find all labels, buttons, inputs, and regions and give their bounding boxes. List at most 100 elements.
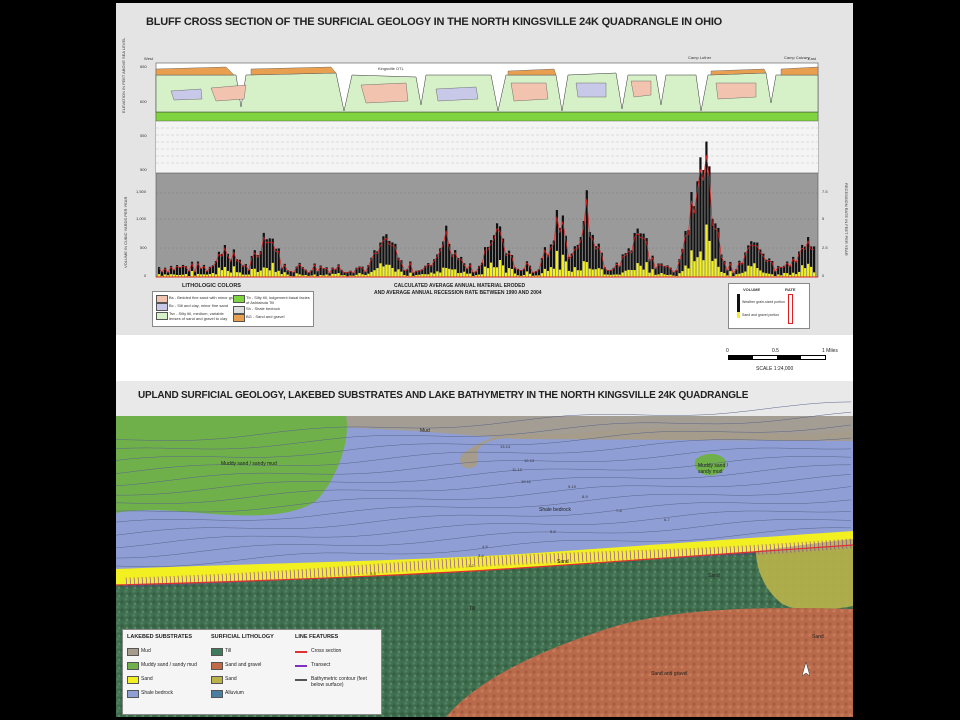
surficial-legend-title: SURFICIAL LITHOLOGY	[211, 634, 274, 640]
sand-bar	[567, 270, 570, 277]
sand-bar	[684, 265, 687, 277]
sand-bar	[253, 268, 256, 277]
camp-luther-label: Camp Luther	[688, 55, 712, 60]
clay-pocket	[170, 88, 203, 101]
sand-bar	[744, 271, 747, 277]
sand-bar	[436, 271, 439, 277]
sand-bar	[226, 270, 229, 277]
sand-bar	[370, 271, 373, 277]
lith-swatch	[156, 303, 168, 311]
sand-bar	[229, 272, 232, 277]
sand-bar	[627, 269, 630, 277]
surficial-swatch	[211, 648, 223, 656]
contour-label: 10-11	[521, 479, 531, 484]
scale-bar-area: 0 0.5 1 Miles SCALE 1:24,000	[116, 335, 853, 381]
sand-bar	[379, 263, 382, 277]
sand-bar	[597, 268, 600, 277]
sand-bar	[729, 271, 732, 277]
sand-bar	[759, 270, 762, 277]
vol-tick: 1,000	[136, 216, 147, 221]
rate-tick: 5	[822, 216, 825, 221]
sand-bar	[232, 266, 235, 277]
rate-legend-swatch	[788, 294, 793, 324]
sand-bar	[277, 270, 280, 277]
sand-bar	[439, 272, 442, 277]
line-swatch	[295, 679, 307, 681]
scale-tick: 0.5	[772, 348, 779, 354]
elev-tick: 500	[140, 167, 147, 172]
line-swatch	[295, 665, 307, 667]
sand-bar	[190, 271, 194, 277]
scale-text: SCALE 1:24,000	[756, 366, 794, 372]
sand-bar	[445, 267, 448, 277]
sand-bar	[564, 261, 567, 277]
sand-bar	[807, 263, 810, 277]
vol-tick: 500	[140, 245, 147, 250]
lakebed-swatch	[127, 648, 139, 656]
sand-bar	[217, 267, 221, 277]
sand-bar	[513, 273, 517, 277]
sand-bar	[507, 268, 511, 277]
sand-bar	[454, 269, 457, 277]
rate-tick: 7.5	[822, 189, 828, 194]
line-legend-title: LINE FEATURES	[295, 634, 339, 640]
label-sand-gravel: Sand and gravel	[651, 671, 688, 677]
label-muddy-sand-west: Muddy sand / sandy mud	[221, 461, 277, 467]
scale-tick: 0	[726, 348, 729, 354]
sand-bar	[558, 269, 561, 277]
sand-bar	[211, 273, 215, 277]
contour-label: 2-3	[370, 571, 376, 576]
sand-bar	[501, 265, 505, 277]
sand-bar	[753, 263, 756, 277]
label-mud: Mud	[420, 428, 430, 434]
sand-bar	[457, 273, 460, 277]
contour-label: 8-9	[582, 494, 588, 499]
sand-bar	[376, 268, 379, 277]
sand-bar	[283, 272, 286, 277]
sand-bar	[708, 240, 711, 277]
sand-bar	[723, 273, 726, 277]
contour-label: 7-8	[616, 508, 622, 513]
rate-tick: 0	[822, 273, 825, 278]
sand-bar	[594, 269, 597, 277]
sand-bar	[714, 258, 717, 277]
sand-bar	[220, 270, 224, 277]
vol-tick: 0	[144, 273, 147, 278]
kingsville-label: Kingsville OTL	[378, 66, 404, 71]
sand-bar	[798, 271, 801, 277]
contour-label: 6-7	[664, 517, 670, 522]
sand-bar	[561, 254, 564, 277]
sand-bar	[582, 261, 585, 277]
sand-bar	[720, 271, 723, 277]
sand-legend-swatch	[737, 312, 740, 318]
volume-axis-label: VOLUME IN CUBIC YARDS PER YEAR	[123, 196, 128, 268]
lith-swatch	[233, 306, 245, 314]
sand-bar	[268, 270, 271, 277]
lakebed-label: Muddy sand / sandy mud	[141, 662, 197, 668]
sand-bar	[804, 268, 807, 277]
lakebed-label: Shale bedrock	[141, 690, 173, 696]
sand-pocket	[210, 84, 247, 102]
surficial-label: Sand and gravel	[225, 662, 262, 668]
rate-axis-label: RECESSION RATE IN FEET PER YEAR	[844, 183, 849, 256]
contour-label: 12-13	[524, 458, 535, 463]
surficial-swatch	[211, 676, 223, 684]
label-sand-center: Sand	[557, 559, 569, 565]
lith-label: Tb - Silty till, lodgement basal facies …	[246, 295, 310, 305]
sand-bar	[639, 265, 642, 277]
map-panel: UPLAND SURFICIAL GEOLOGY, LAKEBED SUBSTR…	[116, 381, 853, 717]
sand-bar	[681, 271, 684, 277]
sand-bar	[498, 259, 502, 277]
lith-label: Tsv - Silty till, medium, variable lense…	[169, 311, 228, 321]
sand-bar	[442, 267, 445, 277]
sand-bar	[546, 270, 550, 277]
sand-bar	[397, 269, 400, 277]
surficial-swatch	[211, 662, 223, 670]
label-muddy-sand-east: Muddy sand / sandy mud	[698, 463, 729, 475]
label-shale-bedrock: Shale bedrock	[539, 507, 571, 513]
volume-rate-legend: VOLUME RATE Weather grain-sized portion …	[728, 283, 810, 329]
sand-bar	[223, 266, 226, 277]
camp-calvary-label: Camp Calvary	[784, 55, 810, 60]
lith-swatch	[233, 314, 245, 322]
sand-bar	[385, 264, 388, 277]
